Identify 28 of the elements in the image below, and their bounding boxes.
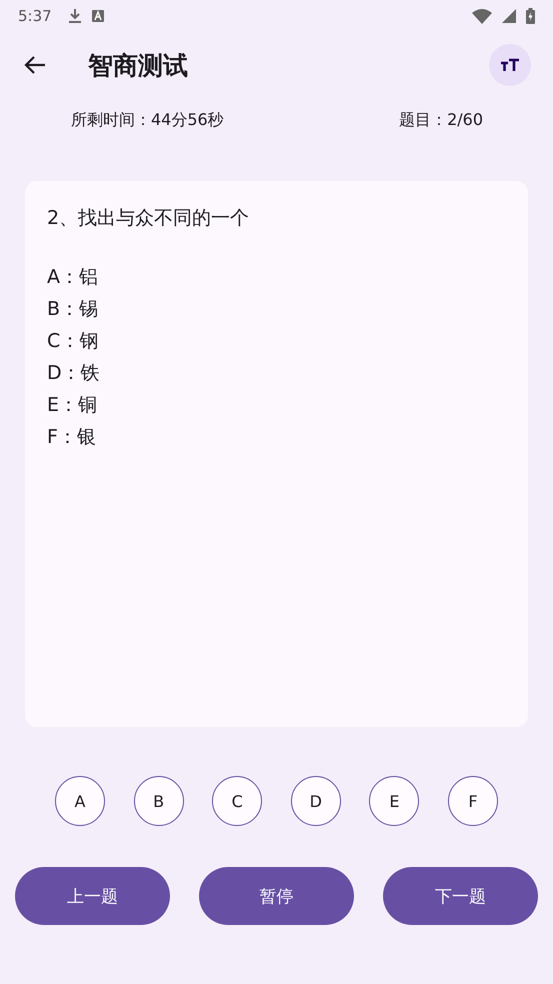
answer-option: A：铝	[47, 261, 506, 293]
nav-button[interactable]: 下一题	[383, 867, 538, 925]
back-arrow-icon[interactable]	[24, 55, 46, 75]
answer-option: F：银	[47, 421, 506, 453]
answer-option: C：钢	[47, 325, 506, 357]
nav-button[interactable]: 上一题	[15, 867, 170, 925]
answer-option: D：铁	[47, 357, 506, 389]
wifi-icon	[472, 8, 492, 24]
answer-option: E：铜	[47, 389, 506, 421]
status-time: 5:37	[18, 7, 52, 25]
download-icon	[68, 8, 82, 24]
signal-icon	[502, 9, 516, 23]
answer-option: B：锡	[47, 293, 506, 325]
question-counter: 题目：2/60	[399, 110, 483, 131]
question-text: 2、找出与众不同的一个	[47, 206, 250, 231]
text-app-icon	[92, 10, 104, 22]
time-remaining: 所剩时间：44分56秒	[71, 110, 224, 131]
choice-button[interactable]: F	[448, 776, 498, 826]
choice-button[interactable]: D	[290, 776, 341, 826]
choice-button[interactable]: B	[134, 776, 184, 826]
battery-icon	[526, 8, 535, 24]
page-title: 智商测试	[88, 50, 188, 82]
text-size-icon	[500, 58, 520, 72]
nav-button[interactable]: 暂停	[199, 867, 354, 925]
choice-button[interactable]: C	[212, 776, 262, 826]
choice-button[interactable]: E	[369, 776, 420, 826]
text-size-button[interactable]	[489, 44, 531, 86]
choice-button[interactable]: A	[55, 776, 105, 826]
